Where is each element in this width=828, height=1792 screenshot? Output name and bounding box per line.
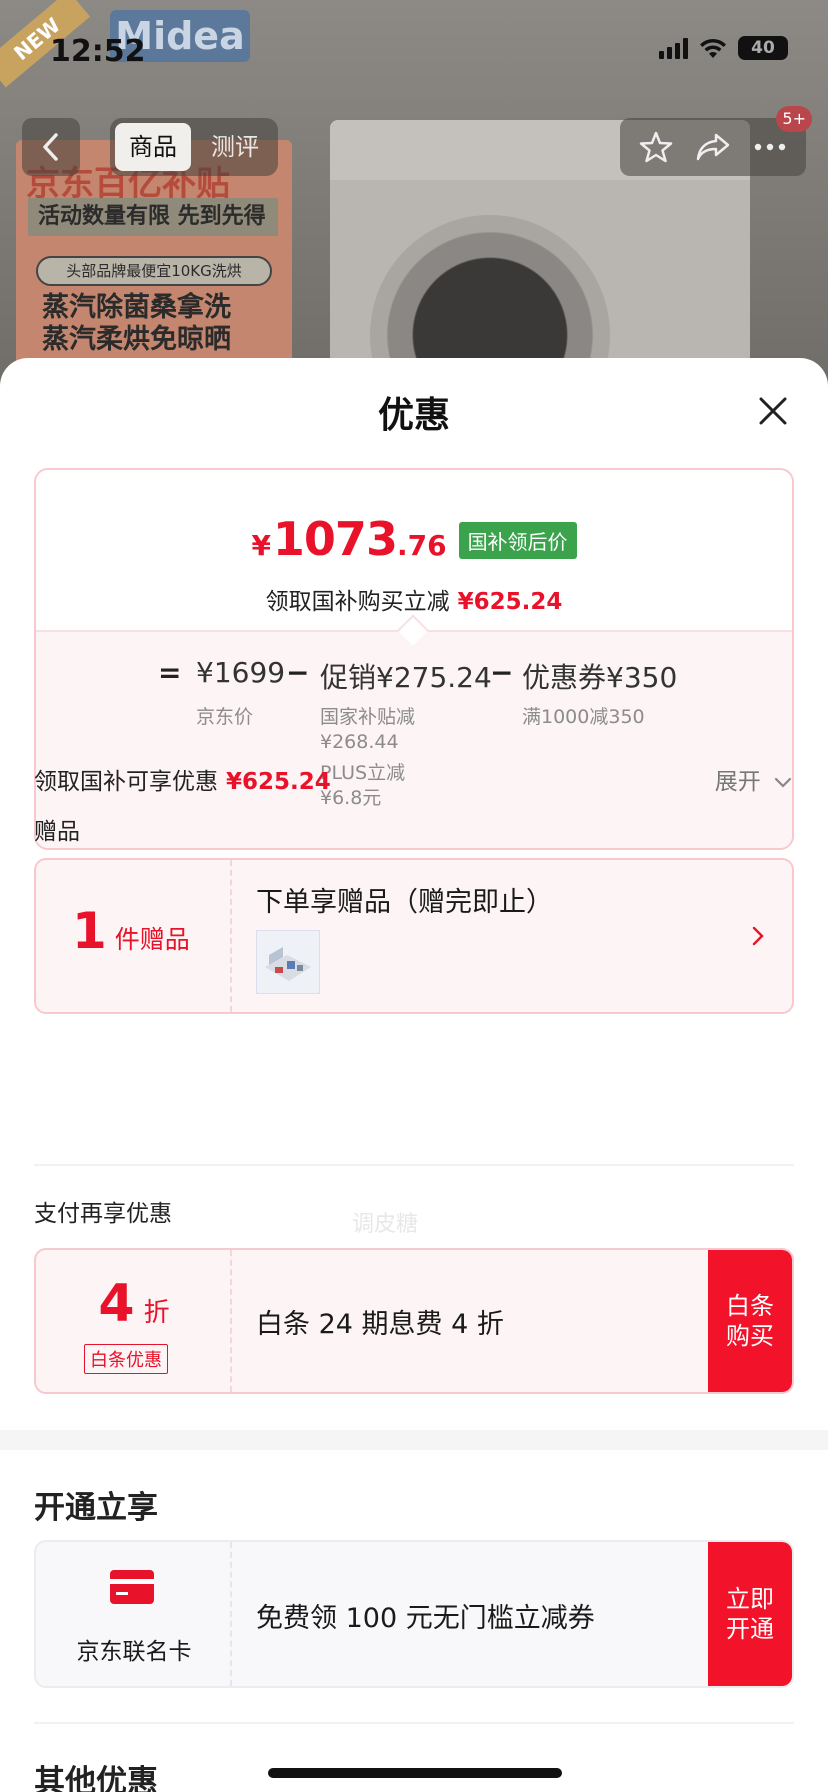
status-bar: 12:52 40 [0, 0, 828, 100]
baitiao-text: 白条 24 期息费 4 折 [256, 1309, 504, 1340]
card-name: 京东联名卡 [76, 1639, 192, 1665]
home-indicator[interactable] [268, 1768, 562, 1778]
promo-line: 蒸汽除菌桑拿洗 [42, 292, 231, 323]
baitiao-badge: 白条优惠 [84, 1344, 168, 1374]
star-icon[interactable] [639, 130, 673, 164]
equals-sign: = [158, 656, 182, 689]
expand-label: 展开 [714, 769, 761, 795]
final-price: ¥ 1073 .76 国补领后价 [36, 512, 792, 566]
base-price-label: 京东价 [196, 706, 254, 728]
sheet-title: 优惠 [377, 395, 450, 436]
summary-label: 领取国补可享优惠 [34, 769, 218, 795]
gift-text: 下单享赠品（赠完即止） [256, 887, 553, 918]
reduce-value: ¥625.24 [457, 589, 563, 615]
card-offer-text: 免费领 100 元无门槛立减券 [256, 1603, 595, 1634]
gift-count-block: 1 件赠品 [36, 860, 232, 1012]
section-divider [34, 1722, 794, 1724]
top-nav: 商品 测评 5+ [22, 106, 812, 178]
discount-number: 4 [98, 1274, 135, 1334]
price-formula: = ¥1699 − 促销¥275.24 − 优惠券¥350 [36, 656, 792, 696]
reduce-label: 领取国补购买立减 [265, 589, 450, 615]
cellular-signal-icon [659, 37, 688, 59]
promo-strip: 活动数量有限 先到先得 [28, 198, 278, 236]
baitiao-card[interactable]: 4 折 白条优惠 白条 24 期息费 4 折 白条 购买 [34, 1248, 794, 1394]
share-icon[interactable] [695, 131, 731, 163]
tab-product[interactable]: 商品 [115, 123, 191, 171]
promo-pill: 头部品牌最便宜10KG洗烘 [36, 256, 272, 286]
minus-sign: − [286, 656, 310, 689]
status-icons: 40 [659, 36, 788, 60]
gifts-section-title: 赠品 [34, 819, 80, 845]
credit-card-icon [110, 1570, 154, 1604]
price-decimal: .76 [396, 529, 447, 562]
price-currency: ¥ [251, 529, 271, 562]
reduce-line: 领取国补购买立减 ¥625.24 [36, 582, 792, 616]
chevron-left-icon [43, 133, 58, 161]
gift-card[interactable]: 1 件赠品 下单享赠品（赠完即止） [34, 858, 794, 1014]
final-price-panel: ¥ 1073 .76 国补领后价 领取国补购买立减 ¥625.24 [36, 470, 792, 630]
price-formula-panel: = ¥1699 − 促销¥275.24 − 优惠券¥350 京东价 国家补贴减 … [36, 630, 792, 848]
base-price: ¥1699 [196, 656, 286, 689]
national-subsidy-value: ¥268.44 [320, 731, 399, 753]
gift-thumbnail [256, 930, 320, 994]
wifi-icon [700, 38, 726, 58]
expand-toggle[interactable]: 展开 [715, 762, 792, 796]
minus-sign: − [490, 656, 514, 689]
open-card-button[interactable]: 立即 开通 [708, 1542, 792, 1686]
discount-unit: 折 [143, 1298, 170, 1328]
gift-count-unit: 件赠品 [114, 925, 190, 954]
chevron-right-icon [752, 926, 764, 946]
baitiao-buy-button[interactable]: 白条 购买 [708, 1250, 792, 1392]
promo-discount: 促销¥275.24 [320, 661, 492, 694]
battery-icon: 40 [738, 36, 788, 60]
price-integer: 1073 [272, 512, 398, 566]
discount-block: 4 折 白条优惠 [36, 1250, 232, 1392]
status-time: 12:52 [50, 34, 146, 69]
chevron-down-icon [774, 777, 792, 788]
payment-section-title: 支付再享优惠 [34, 1201, 172, 1227]
national-subsidy-label: 国家补贴减 [320, 706, 416, 728]
discount-rate: 4 折 [36, 1274, 232, 1334]
coupon-discount: 优惠券¥350 [522, 661, 678, 694]
subsidy-summary: 领取国补可享优惠 ¥625.24 [34, 762, 331, 796]
plus-discount-label: PLUS立减 [320, 762, 406, 784]
open-card-label: 立即 开通 [726, 1585, 774, 1643]
section-gap [0, 1430, 828, 1450]
coupon-rule: 满1000减350 [522, 706, 645, 728]
product-tabs: 商品 测评 [110, 118, 278, 176]
gift-thumbnail-image [265, 947, 311, 981]
card-block: 京东联名卡 [36, 1542, 232, 1686]
gift-count: 1 件赠品 [72, 902, 190, 960]
tab-review[interactable]: 测评 [197, 123, 273, 171]
other-section-title: 其他优惠 [34, 1764, 158, 1792]
more-icon[interactable] [753, 142, 787, 152]
back-button[interactable] [22, 118, 80, 176]
promo-lines: 蒸汽除菌桑拿洗 蒸汽柔烘免晾晒 [42, 292, 231, 356]
co-brand-card[interactable]: 京东联名卡 免费领 100 元无门槛立减券 立即 开通 [34, 1540, 794, 1688]
subsidy-price-tag: 国补领后价 [458, 522, 577, 559]
gift-count-number: 1 [72, 902, 107, 960]
close-icon[interactable] [756, 394, 790, 428]
top-actions: 5+ [620, 106, 812, 176]
discount-sheet: 优惠 ¥ 1073 .76 国补领后价 领取国补购买立减 ¥625.24 = ¥1… [0, 358, 828, 1792]
promo-line: 蒸汽柔烘免晾晒 [42, 324, 231, 355]
open-section-title: 开通立享 [34, 1490, 158, 1526]
baitiao-buy-label: 白条 购买 [726, 1292, 774, 1350]
summary-value: ¥625.24 [226, 769, 331, 795]
cart-badge: 5+ [776, 106, 812, 132]
watermark: 调皮糖 [352, 1212, 419, 1237]
